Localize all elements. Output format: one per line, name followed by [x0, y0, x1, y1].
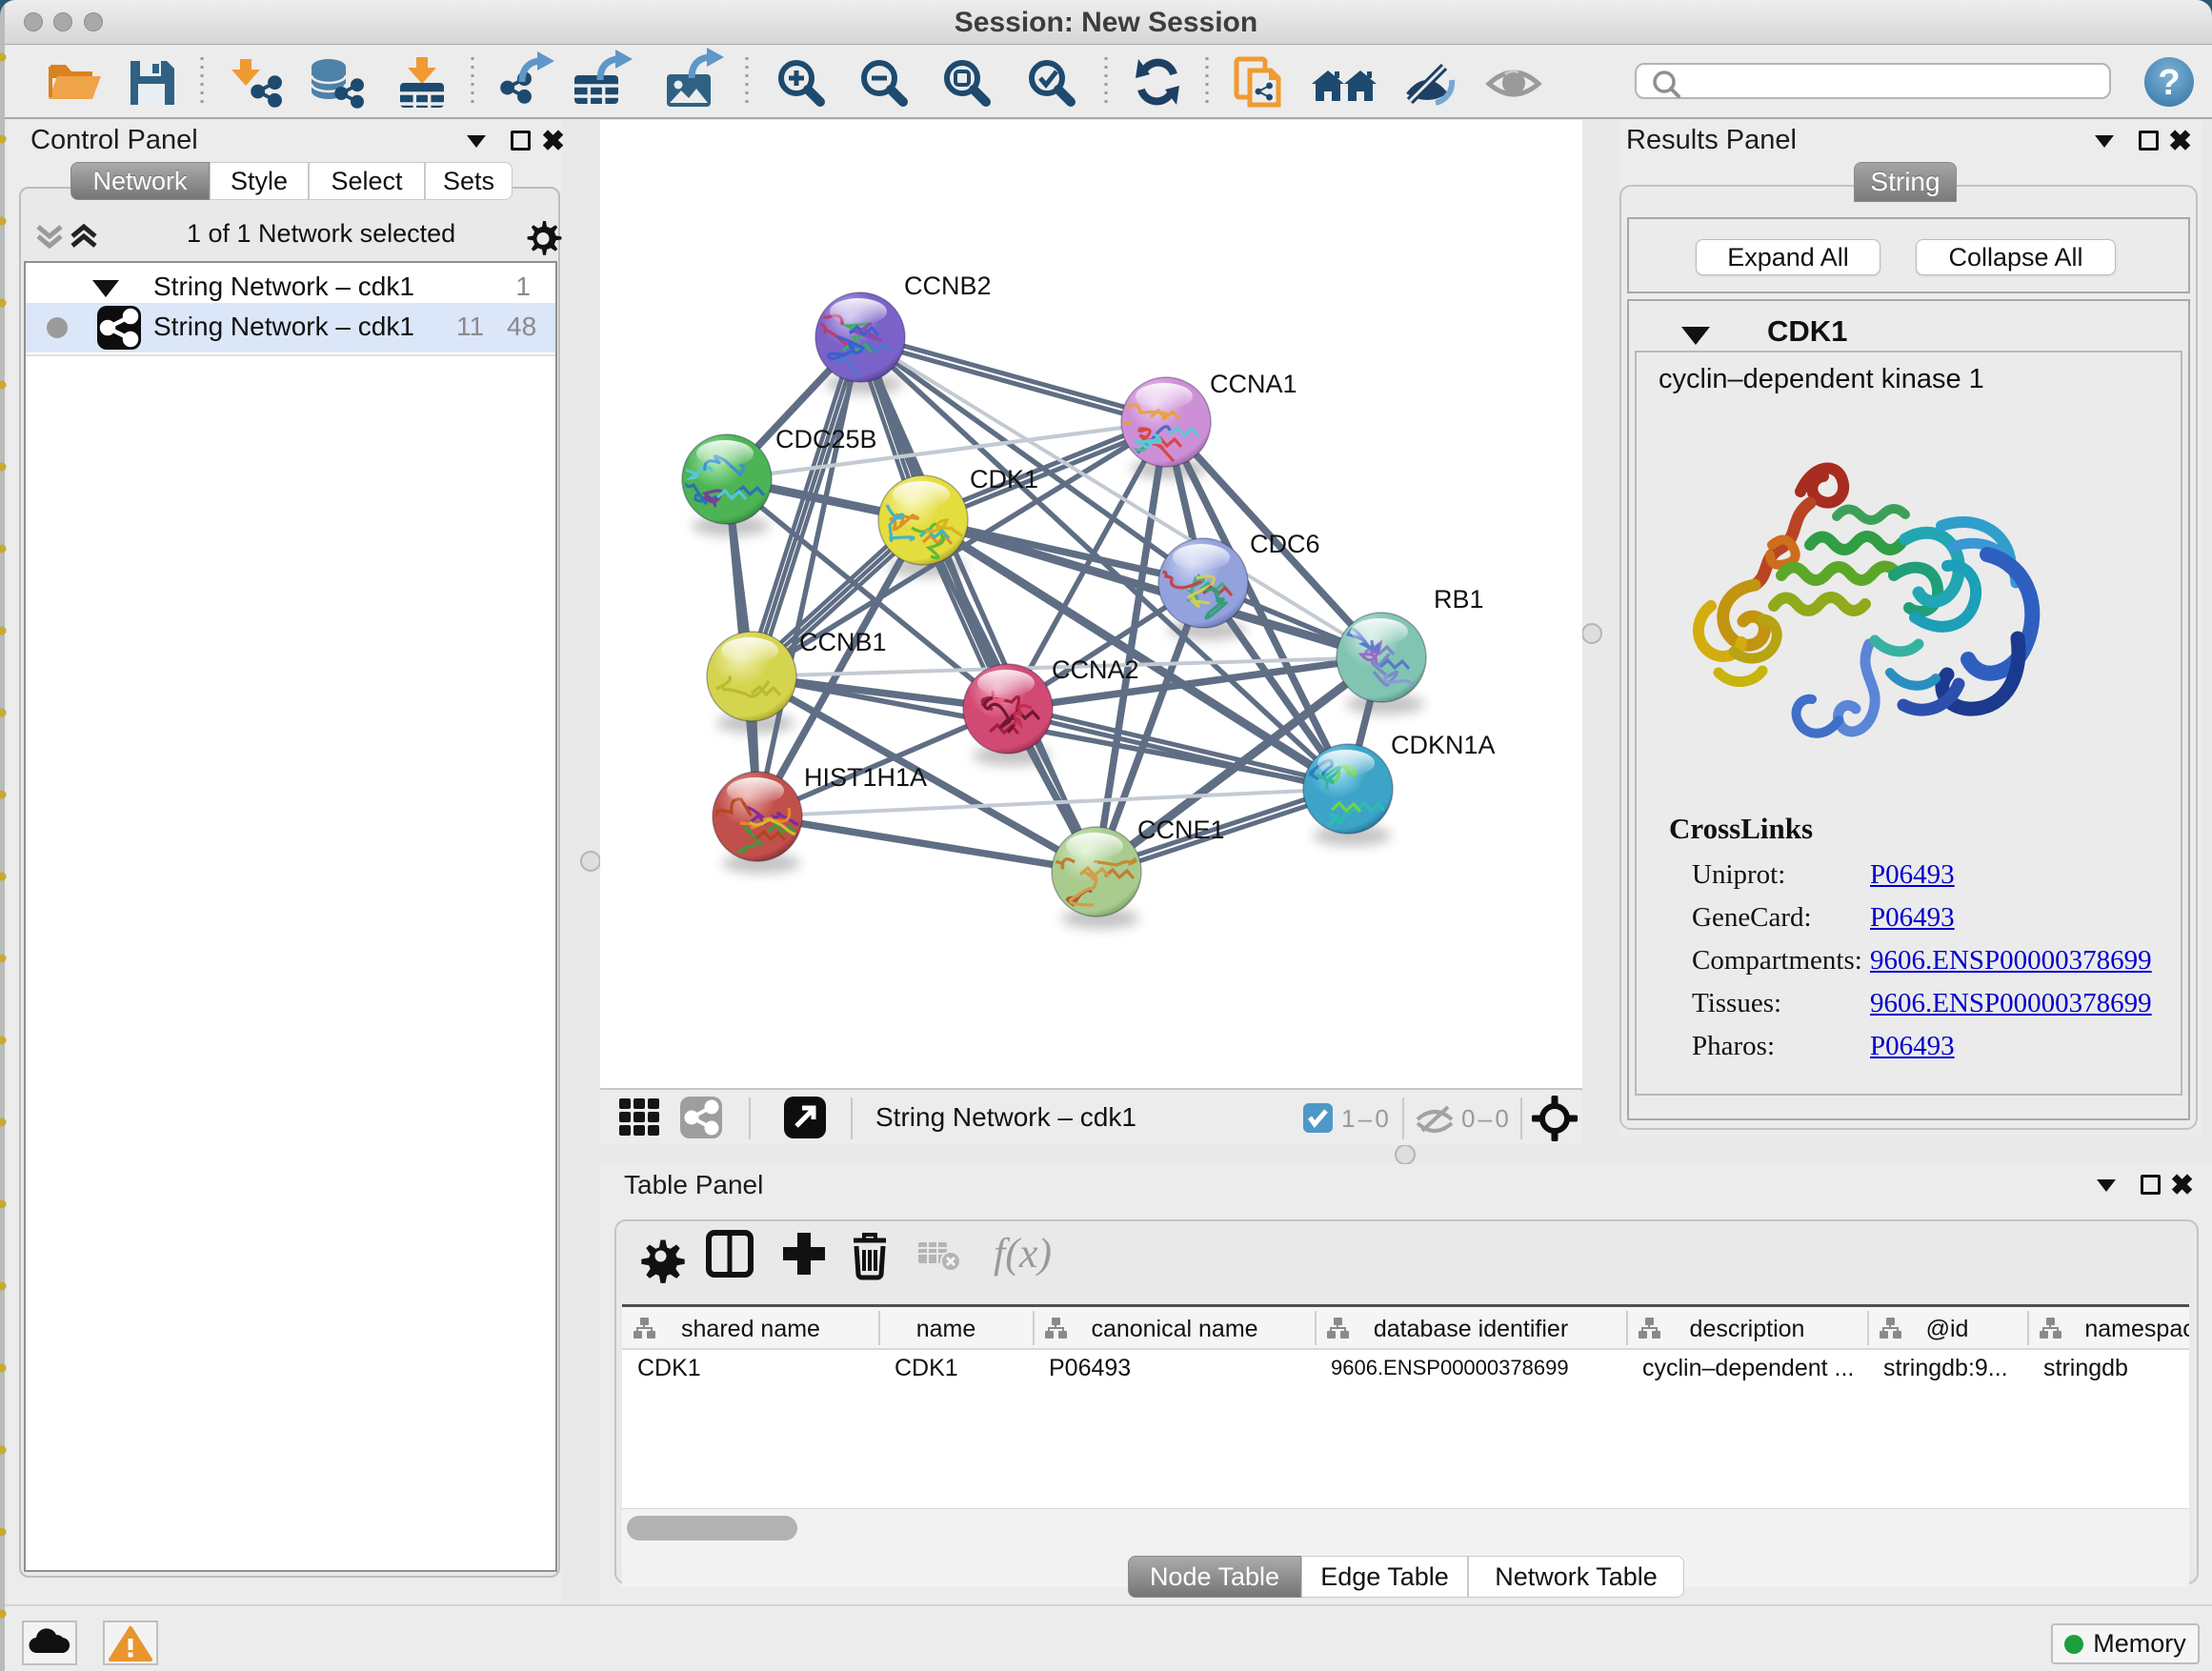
svg-text:HIST1H1A: HIST1H1A: [804, 763, 927, 792]
svg-text:stringdb: stringdb: [2043, 1355, 2128, 1381]
svg-text:canonical name: canonical name: [1091, 1316, 1257, 1342]
svg-text:P06493: P06493: [1049, 1355, 1131, 1381]
svg-text:cyclin–dependent ...: cyclin–dependent ...: [1642, 1355, 1854, 1381]
svg-text:?: ?: [2158, 63, 2180, 103]
svg-text:stringdb:9...: stringdb:9...: [1883, 1355, 2008, 1381]
svg-text:9606.ENSP00000378699: 9606.ENSP00000378699: [1331, 1356, 1569, 1379]
svg-text:CCNA1: CCNA1: [1210, 370, 1297, 398]
svg-text:CDK1: CDK1: [637, 1355, 701, 1381]
svg-text:namespace: namespace: [2084, 1316, 2189, 1342]
svg-text:CDK1: CDK1: [970, 465, 1038, 493]
svg-text:CCNB1: CCNB1: [799, 628, 887, 656]
svg-text:f(x): f(x): [994, 1230, 1052, 1277]
svg-text:description: description: [1690, 1316, 1805, 1342]
svg-text:RB1: RB1: [1434, 585, 1484, 614]
svg-text:CDC25B: CDC25B: [775, 425, 877, 453]
svg-text:name: name: [916, 1316, 976, 1342]
svg-text:CDK1: CDK1: [895, 1355, 958, 1381]
svg-text:@id: @id: [1926, 1316, 1969, 1342]
svg-text:CCNE1: CCNE1: [1137, 815, 1225, 844]
svg-text:shared name: shared name: [681, 1316, 820, 1342]
svg-text:CCNA2: CCNA2: [1052, 655, 1139, 684]
svg-text:database identifier: database identifier: [1374, 1316, 1568, 1342]
svg-text:CDC6: CDC6: [1250, 530, 1320, 558]
svg-text:CDKN1A: CDKN1A: [1391, 731, 1496, 759]
svg-text:CCNB2: CCNB2: [904, 272, 992, 300]
